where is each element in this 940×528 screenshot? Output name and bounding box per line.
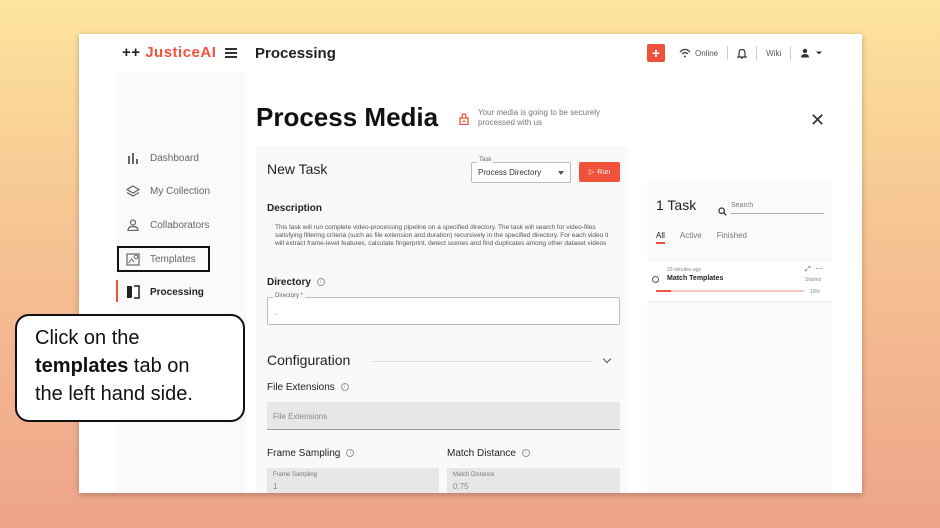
frame-sampling-value: 1 (273, 482, 278, 491)
more-options-icon[interactable]: ⋯ (816, 266, 823, 273)
sidebar-item-label: Dashboard (150, 152, 199, 164)
sidebar-item-my-collection[interactable]: My Collection (126, 182, 210, 200)
app-window: ++ JusticeAI Processing + Online Wiki Da… (79, 34, 862, 493)
wiki-link[interactable]: Wiki (766, 49, 781, 58)
callout-bold: templates (35, 355, 129, 377)
wifi-icon (679, 48, 691, 58)
user-account-icon[interactable] (800, 48, 823, 58)
frame-sampling-label: Frame Sampling (273, 472, 318, 478)
callout-line-2-text: tab on (128, 355, 190, 377)
secure-processing-note: Your media is going to be securely proce… (478, 108, 600, 127)
frame-sampling-heading: Frame Sampling i (267, 448, 355, 459)
task-select-label: Task (477, 157, 494, 163)
tasks-count: 1 Task (656, 197, 697, 213)
file-extensions-heading: File Extensions i (267, 382, 349, 393)
online-status: Online (695, 48, 719, 58)
sidebar: Dashboard My Collection Collaborators Te… (116, 72, 246, 493)
task-select-value: Process Directory (478, 168, 542, 177)
sidebar-item-label: Processing (150, 286, 204, 298)
frame-sampling-input[interactable]: Frame Sampling 1 (267, 468, 439, 493)
info-icon[interactable]: i (346, 449, 355, 458)
description-text: This task will run complete video-proces… (275, 224, 609, 247)
description-heading: Description (267, 203, 323, 214)
file-extensions-input[interactable]: File Extensions (267, 402, 620, 430)
info-icon[interactable]: i (340, 383, 349, 392)
directory-input[interactable]: Directory * . (267, 293, 620, 325)
info-icon[interactable]: i (316, 278, 325, 287)
close-icon[interactable]: ✕ (810, 110, 825, 131)
logo-brand: JusticeAI (145, 44, 217, 61)
info-icon[interactable]: i (521, 449, 530, 458)
chevron-down-icon[interactable] (602, 354, 612, 364)
directory-input-label: Directory * (273, 293, 306, 299)
file-extensions-placeholder: File Extensions (273, 412, 328, 421)
configuration-divider (372, 361, 592, 362)
search-icon (718, 203, 727, 221)
tab-active[interactable]: Active (680, 231, 702, 244)
hamburger-menu-icon[interactable] (225, 48, 237, 58)
new-task-card: New Task Task Process Directory ▷ Run De… (256, 146, 628, 493)
task-filter-tabs: All Active Finished (656, 231, 762, 244)
sidebar-item-dashboard[interactable]: Dashboard (126, 149, 199, 167)
task-actions: ⤢ ⋯ (805, 265, 823, 274)
sidebar-item-label: Collaborators (150, 219, 210, 231)
instruction-callout: Click on the templates tab on the left h… (15, 314, 245, 422)
layers-icon (126, 184, 140, 198)
lock-icon (459, 112, 469, 130)
new-task-title: New Task (267, 161, 328, 177)
match-distance-value: 0.75 (453, 482, 469, 491)
sidebar-item-label: My Collection (150, 185, 211, 197)
task-progress-fill (656, 290, 671, 292)
top-bar: ++ JusticeAI Processing + Online Wiki (79, 34, 862, 72)
logo[interactable]: ++ JusticeAI (122, 44, 216, 61)
bar-chart-icon (126, 151, 140, 165)
person-icon (126, 218, 140, 232)
tab-finished[interactable]: Finished (717, 231, 747, 244)
configuration-heading: Configuration (267, 352, 351, 368)
active-indicator (116, 280, 118, 302)
compare-icon (126, 285, 140, 299)
main-content: Process Media Your media is going to be … (246, 72, 862, 493)
add-button[interactable]: + (647, 44, 665, 62)
callout-line-2: templates tab on (35, 352, 225, 380)
match-distance-heading: Match Distance i (447, 448, 530, 459)
callout-line-3: the left hand side. (35, 383, 193, 405)
page-title: Processing (255, 45, 336, 62)
task-time: 20 minutes ago (667, 267, 702, 273)
bell-icon[interactable] (737, 48, 748, 59)
run-label: Run (597, 168, 611, 176)
match-distance-input[interactable]: Match Distance 0.75 (447, 468, 620, 493)
callout-line-1: Click on the (35, 327, 140, 349)
match-distance-label: Match Distance (453, 472, 495, 478)
tab-all[interactable]: All (656, 231, 665, 244)
top-right-actions: + Online Wiki (647, 43, 823, 63)
task-select[interactable]: Task Process Directory (471, 157, 571, 183)
caret-down-icon (558, 171, 564, 175)
sidebar-item-processing[interactable]: Processing (126, 283, 204, 301)
task-progress-bar (656, 290, 804, 292)
run-button[interactable]: ▷ Run (579, 162, 620, 182)
directory-heading: Directory i (267, 277, 325, 288)
directory-input-value: . (274, 308, 277, 317)
expand-icon[interactable]: ⤢ (805, 266, 811, 273)
directory-heading-text: Directory (267, 277, 311, 288)
tasks-panel: 1 Task Search All Active Finished 20 min… (647, 180, 832, 493)
sidebar-item-collaborators[interactable]: Collaborators (126, 216, 209, 234)
task-item[interactable]: 20 minutes ago ⤢ ⋯ Match Templates Start… (647, 262, 832, 302)
logo-prefix: ++ (122, 44, 141, 61)
file-extensions-heading-text: File Extensions (267, 382, 335, 393)
play-icon: ▷ (588, 169, 595, 176)
task-progress-label: 10% (810, 289, 821, 295)
match-distance-heading-text: Match Distance (447, 448, 516, 459)
task-search-input[interactable]: Search (731, 200, 824, 214)
process-media-title: Process Media (256, 102, 439, 132)
task-name: Match Templates (667, 275, 724, 282)
templates-highlight-box (117, 246, 210, 272)
play-circle-icon[interactable] (652, 276, 659, 283)
frame-sampling-heading-text: Frame Sampling (267, 448, 341, 459)
task-status: Started (805, 277, 822, 283)
